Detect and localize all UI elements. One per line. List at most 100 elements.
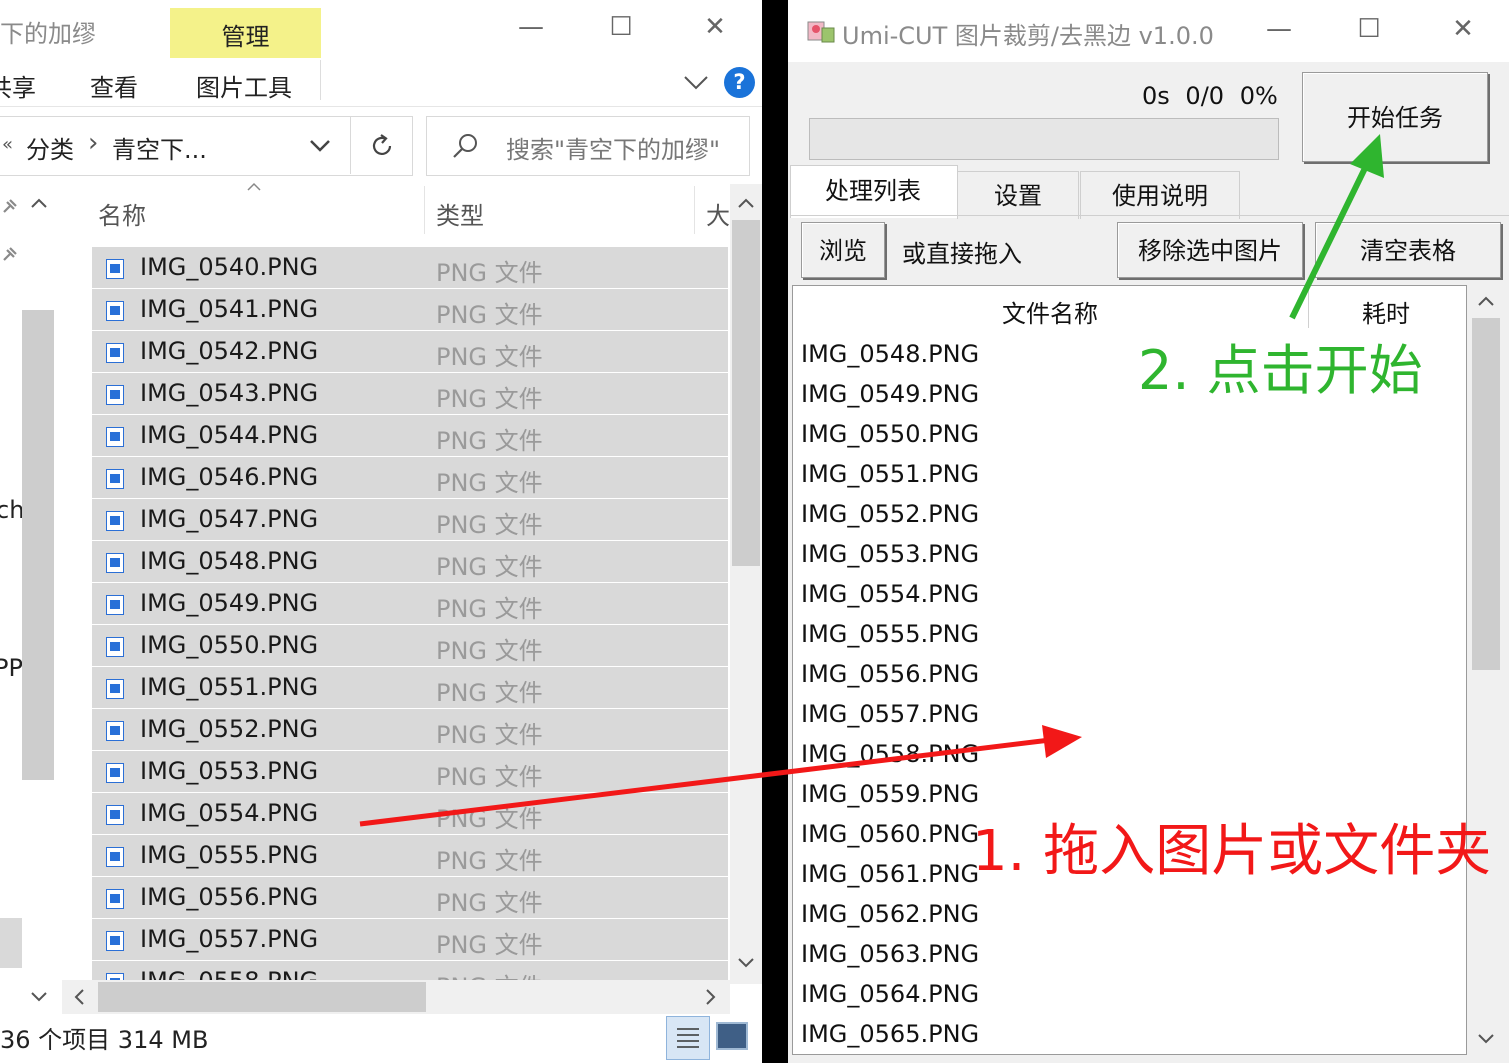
file-row[interactable]: IMG_0555.PNG PNG 文件 <box>92 835 728 876</box>
drag-hint-label: 或直接拖入 <box>902 240 1022 268</box>
file-row[interactable]: IMG_0548.PNG PNG 文件 <box>92 541 728 582</box>
table-row[interactable]: IMG_0565.PNG <box>801 1016 979 1056</box>
file-row[interactable]: IMG_0544.PNG PNG 文件 <box>92 415 728 456</box>
close-icon[interactable]: ✕ <box>1440 14 1486 44</box>
scroll-up-icon[interactable] <box>30 196 48 210</box>
overflow-chevron-icon[interactable]: « <box>2 134 13 155</box>
file-table-rows: IMG_0548.PNG IMG_0549.PNG IMG_0550.PNG IMG_… <box>801 336 979 1056</box>
column-header-filename[interactable]: 文件名称 <box>1002 294 1098 329</box>
browse-button[interactable]: 浏览 <box>801 222 885 278</box>
umi-window-title: Umi-CUT 图片裁剪/去黑边 v1.0.0 <box>842 22 1214 50</box>
column-header-size[interactable]: 大 <box>706 196 730 231</box>
tab-share[interactable]: 共享 <box>0 68 36 103</box>
table-row[interactable]: IMG_0548.PNG <box>801 336 979 376</box>
file-name: IMG_0542.PNG <box>140 337 319 365</box>
scroll-left-icon[interactable] <box>72 988 86 1006</box>
scroll-down-icon[interactable] <box>737 956 755 970</box>
file-row[interactable]: IMG_0541.PNG PNG 文件 <box>92 289 728 330</box>
vertical-scroll-thumb[interactable] <box>732 220 760 566</box>
table-row[interactable]: IMG_0563.PNG <box>801 936 979 976</box>
chevron-down-icon[interactable] <box>682 74 710 92</box>
table-row[interactable]: IMG_0549.PNG <box>801 376 979 416</box>
help-icon[interactable]: ? <box>724 67 755 98</box>
table-row[interactable]: IMG_0556.PNG <box>801 656 979 696</box>
file-type: PNG 文件 <box>436 469 543 497</box>
column-divider[interactable] <box>694 186 695 234</box>
file-row[interactable]: IMG_0543.PNG PNG 文件 <box>92 373 728 414</box>
details-view-icon[interactable] <box>666 1016 710 1060</box>
table-row[interactable]: IMG_0554.PNG <box>801 576 979 616</box>
table-row[interactable]: IMG_0558.PNG <box>801 736 979 776</box>
column-header-name[interactable]: 名称 <box>98 196 146 231</box>
column-header-duration[interactable]: 耗时 <box>1362 294 1410 329</box>
file-row[interactable]: IMG_0554.PNG PNG 文件 <box>92 793 728 834</box>
nav-selected-item[interactable] <box>0 918 22 968</box>
start-task-button[interactable]: 开始任务 <box>1302 72 1488 162</box>
file-name: IMG_0540.PNG <box>140 253 319 281</box>
nav-scrollbar-thumb[interactable] <box>22 310 54 780</box>
scroll-down-icon[interactable] <box>1477 1032 1495 1046</box>
file-row[interactable]: IMG_0551.PNG PNG 文件 <box>92 667 728 708</box>
table-scroll-thumb[interactable] <box>1472 318 1500 670</box>
file-name: IMG_0544.PNG <box>140 421 319 449</box>
large-icons-view-icon[interactable] <box>716 1022 748 1050</box>
close-icon[interactable]: ✕ <box>692 12 738 42</box>
remove-selected-button[interactable]: 移除选中图片 <box>1117 222 1303 278</box>
file-row[interactable]: IMG_0552.PNG PNG 文件 <box>92 709 728 750</box>
file-row[interactable]: IMG_0550.PNG PNG 文件 <box>92 625 728 666</box>
column-divider[interactable] <box>424 186 425 234</box>
maximize-icon[interactable]: ☐ <box>598 12 644 42</box>
column-divider[interactable] <box>1308 288 1309 328</box>
file-type: PNG 文件 <box>436 385 543 413</box>
nav-item-partial[interactable]: PP <box>0 654 23 682</box>
file-name: IMG_0549.PNG <box>140 589 319 617</box>
table-row[interactable]: IMG_0552.PNG <box>801 496 979 536</box>
minimize-icon[interactable]: — <box>1256 14 1302 44</box>
table-row[interactable]: IMG_0555.PNG <box>801 616 979 656</box>
clear-table-button[interactable]: 清空表格 <box>1315 222 1501 278</box>
table-row[interactable]: IMG_0562.PNG <box>801 896 979 936</box>
breadcrumb-current-folder[interactable]: 青空下... <box>112 130 207 165</box>
column-header-type[interactable]: 类型 <box>436 196 484 231</box>
table-row[interactable]: IMG_0551.PNG <box>801 456 979 496</box>
table-row[interactable]: IMG_0559.PNG <box>801 776 979 816</box>
image-file-icon <box>106 259 124 279</box>
minimize-icon[interactable]: — <box>508 12 554 42</box>
table-row[interactable]: IMG_0564.PNG <box>801 976 979 1016</box>
table-row[interactable]: IMG_0557.PNG <box>801 696 979 736</box>
file-row[interactable]: IMG_0547.PNG PNG 文件 <box>92 499 728 540</box>
tab-manage[interactable]: 管理 <box>170 8 321 58</box>
file-row[interactable]: IMG_0549.PNG PNG 文件 <box>92 583 728 624</box>
breadcrumb-category[interactable]: 分类 <box>26 130 74 165</box>
file-name: IMG_0548.PNG <box>140 547 319 575</box>
tab-process-list[interactable]: 处理列表 <box>790 167 956 215</box>
tab-picture-tools[interactable]: 图片工具 <box>196 68 292 103</box>
table-row[interactable]: IMG_0561.PNG <box>801 856 979 896</box>
file-row[interactable]: IMG_0546.PNG PNG 文件 <box>92 457 728 498</box>
scroll-up-icon[interactable] <box>737 196 755 210</box>
horizontal-scroll-thumb[interactable] <box>98 982 426 1012</box>
file-row[interactable]: IMG_0557.PNG PNG 文件 <box>92 919 728 960</box>
pin-icon <box>3 247 17 261</box>
table-row[interactable]: IMG_0550.PNG <box>801 416 979 456</box>
file-row[interactable]: IMG_0542.PNG PNG 文件 <box>92 331 728 372</box>
file-type: PNG 文件 <box>436 931 543 959</box>
tab-settings[interactable]: 设置 <box>957 171 1079 219</box>
tab-instructions[interactable]: 使用说明 <box>1080 171 1240 219</box>
table-row[interactable]: IMG_0553.PNG <box>801 536 979 576</box>
file-row[interactable]: IMG_0553.PNG PNG 文件 <box>92 751 728 792</box>
refresh-icon[interactable] <box>368 132 396 160</box>
file-row[interactable]: IMG_0556.PNG PNG 文件 <box>92 877 728 918</box>
scroll-right-icon[interactable] <box>704 988 718 1006</box>
scroll-up-icon[interactable] <box>1477 294 1495 308</box>
tab-view[interactable]: 查看 <box>90 68 138 103</box>
search-input[interactable]: 搜索"青空下的加缪" <box>506 130 720 165</box>
scroll-down-icon[interactable] <box>30 990 48 1004</box>
file-name: IMG_0547.PNG <box>140 505 319 533</box>
maximize-icon[interactable]: ☐ <box>1346 14 1392 44</box>
address-dropdown-icon[interactable] <box>308 138 332 154</box>
file-name: IMG_0555.PNG <box>140 841 319 869</box>
file-row[interactable]: IMG_0540.PNG PNG 文件 <box>92 247 728 288</box>
progress-percent: 0% <box>1239 82 1278 110</box>
table-row[interactable]: IMG_0560.PNG <box>801 816 979 856</box>
